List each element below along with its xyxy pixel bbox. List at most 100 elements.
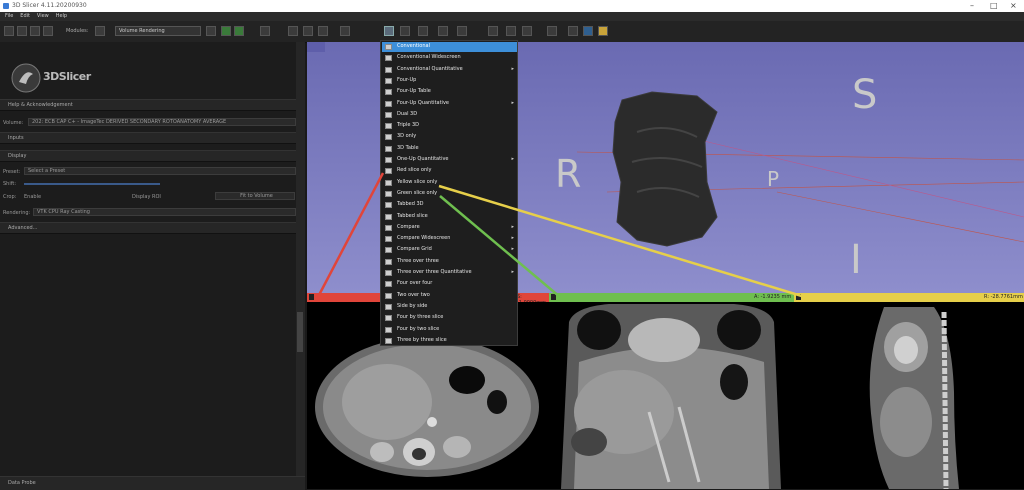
help-section-header[interactable]: Help & Acknowledgement	[0, 99, 303, 111]
layout-thumbnail-icon	[385, 292, 392, 299]
layout-menu-item[interactable]: One-Up Quantitative ▸	[382, 155, 517, 165]
module-history-icon[interactable]	[206, 26, 216, 36]
layout-menu-item[interactable]: Conventional	[382, 42, 517, 52]
scrollbar-thumb[interactable]	[297, 312, 303, 352]
layout-menu-item[interactable]: Compare Widescreen ▸	[382, 234, 517, 244]
slicer-app-icon	[3, 3, 9, 9]
crop-enable-checkbox[interactable]: Enable	[24, 194, 41, 200]
layout-menu-item-label: Two over two	[397, 291, 430, 298]
shift-label: Shift:	[3, 181, 17, 187]
display-section-header[interactable]: Display	[0, 150, 303, 162]
layout-menu-item[interactable]: Three over three Quantitative ▸	[382, 268, 517, 278]
layout-menu-item[interactable]: Conventional Widescreen	[382, 53, 517, 63]
preset-selector[interactable]: Select a Preset	[24, 167, 296, 175]
green-slice-bar[interactable]: A: -1.9235 mm	[549, 293, 794, 302]
layout-thumbnail-icon	[385, 326, 392, 333]
inputs-section-header[interactable]: Inputs	[0, 132, 303, 144]
data-probe-section-header[interactable]: Data Probe	[0, 476, 305, 490]
module-search-icon[interactable]	[95, 26, 105, 36]
layout-thumbnail-icon	[385, 100, 392, 107]
extensions-icon[interactable]	[303, 26, 313, 36]
layout-thumbnail-icon	[385, 77, 392, 84]
save-icon[interactable]	[30, 26, 40, 36]
crosshair-icon[interactable]	[340, 26, 350, 36]
layout-thumbnail-icon	[385, 258, 392, 265]
layout-menu-item[interactable]: Four-Up Quantitative ▸	[382, 99, 517, 109]
slicer-logo-text: 3DSlicer	[43, 70, 91, 83]
load-data-icon[interactable]	[4, 26, 14, 36]
scene-view-icon[interactable]	[506, 26, 516, 36]
rendering-selector[interactable]: VTK CPU Ray Casting	[33, 208, 296, 216]
layout-menu-item[interactable]: Three by three slice	[382, 336, 517, 346]
yellow-slice-bar[interactable]: R: -28.7761mm	[794, 293, 1024, 302]
shift-slider[interactable]	[24, 183, 160, 185]
menu-help[interactable]: Help	[56, 12, 67, 21]
layout-menu-item[interactable]: Four by three slice	[382, 313, 517, 323]
layout-menu-item[interactable]: Compare ▸	[382, 223, 517, 233]
python-icon[interactable]	[598, 26, 608, 36]
module-selector[interactable]: Volume Rendering	[115, 26, 201, 36]
layout-menu-item[interactable]: 3D only	[382, 132, 517, 142]
layout-thumbnail-icon	[385, 202, 392, 209]
layout-menu-item[interactable]: Two over two	[382, 291, 517, 301]
green-slice-view[interactable]	[549, 302, 794, 489]
screenshot-icon[interactable]	[488, 26, 498, 36]
minimize-icon[interactable]: –	[970, 1, 974, 11]
volume-selector[interactable]: 202: ECB CAP C+ - ImageTec DERIVED SECON…	[28, 118, 296, 126]
maximize-icon[interactable]: □	[990, 1, 998, 11]
red-pin-icon[interactable]	[309, 294, 314, 300]
advanced-section-header[interactable]: Advanced...	[0, 222, 303, 234]
transform-icon[interactable]	[522, 26, 532, 36]
layout-menu-item[interactable]: Four over four	[382, 279, 517, 289]
pointer-icon[interactable]	[400, 26, 410, 36]
module-panel: 3DSlicer Help & Acknowledgement Volume: …	[0, 42, 305, 489]
layout-thumbnail-icon	[385, 66, 392, 73]
module-panel-scrollbar[interactable]	[296, 42, 305, 489]
display-roi-checkbox[interactable]: Display ROI	[132, 194, 161, 200]
layout-icon[interactable]	[384, 26, 394, 36]
layout-menu-item[interactable]: Red slice only	[382, 166, 517, 176]
rendering-label: Rendering:	[3, 210, 31, 216]
yellow-slice-view[interactable]	[794, 302, 1024, 489]
layout-menu-item[interactable]: Tabbed 3D	[382, 200, 517, 210]
green-pin-icon[interactable]	[551, 294, 556, 300]
layout-menu-item[interactable]: Compare Grid ▸	[382, 245, 517, 255]
layout-menu-item[interactable]: Four by two slice	[382, 325, 517, 335]
dcm-icon[interactable]	[17, 26, 27, 36]
fit-to-volume-button[interactable]: Fit to Volume	[215, 192, 295, 200]
layout-menu-item-label: Four-Up Quantitative	[397, 99, 449, 106]
layout-menu-item[interactable]: Three over three	[382, 257, 517, 267]
menu-view[interactable]: View	[37, 12, 49, 21]
layout-menu-item[interactable]: Conventional Quantitative ▸	[382, 65, 517, 75]
layout-menu-item[interactable]: Side by side	[382, 302, 517, 312]
python-console-icon[interactable]	[288, 26, 298, 36]
back-arrow-icon[interactable]	[221, 26, 231, 36]
layout-thumbnail-icon	[385, 315, 392, 322]
data-module-icon[interactable]	[260, 26, 270, 36]
layout-menu-item[interactable]: Four-Up Table	[382, 87, 517, 97]
forward-arrow-icon[interactable]	[234, 26, 244, 36]
submenu-arrow-icon: ▸	[511, 99, 514, 106]
menu-edit[interactable]: Edit	[20, 12, 30, 21]
layout-menu-item-label: Three over three	[397, 257, 439, 264]
layout-menu-item[interactable]: Triple 3D	[382, 121, 517, 131]
load-scene-icon[interactable]	[43, 26, 53, 36]
yellow-pin-icon[interactable]	[796, 294, 801, 300]
3d-view-controller-pin[interactable]	[307, 42, 325, 52]
layout-menu-item-label: Yellow slice only	[397, 178, 438, 185]
close-icon[interactable]: ×	[1010, 1, 1017, 11]
roi-icon[interactable]	[457, 26, 467, 36]
layout-menu-item[interactable]: Dual 3D	[382, 110, 517, 120]
layout-menu-item[interactable]: Green slice only	[382, 189, 517, 199]
window-level-icon[interactable]	[583, 26, 593, 36]
markups-icon[interactable]	[318, 26, 328, 36]
layout-menu-item[interactable]: Four-Up	[382, 76, 517, 86]
ruler-icon[interactable]	[438, 26, 448, 36]
layout-menu-item[interactable]: Tabbed slice	[382, 212, 517, 222]
place-fiducial-icon[interactable]	[418, 26, 428, 36]
layout-menu-item[interactable]: 3D Table	[382, 144, 517, 154]
crosshair-toggle-icon[interactable]	[547, 26, 557, 36]
reslice-icon[interactable]	[568, 26, 578, 36]
layout-menu-item[interactable]: Yellow slice only	[382, 178, 517, 188]
menu-file[interactable]: File	[5, 12, 13, 21]
